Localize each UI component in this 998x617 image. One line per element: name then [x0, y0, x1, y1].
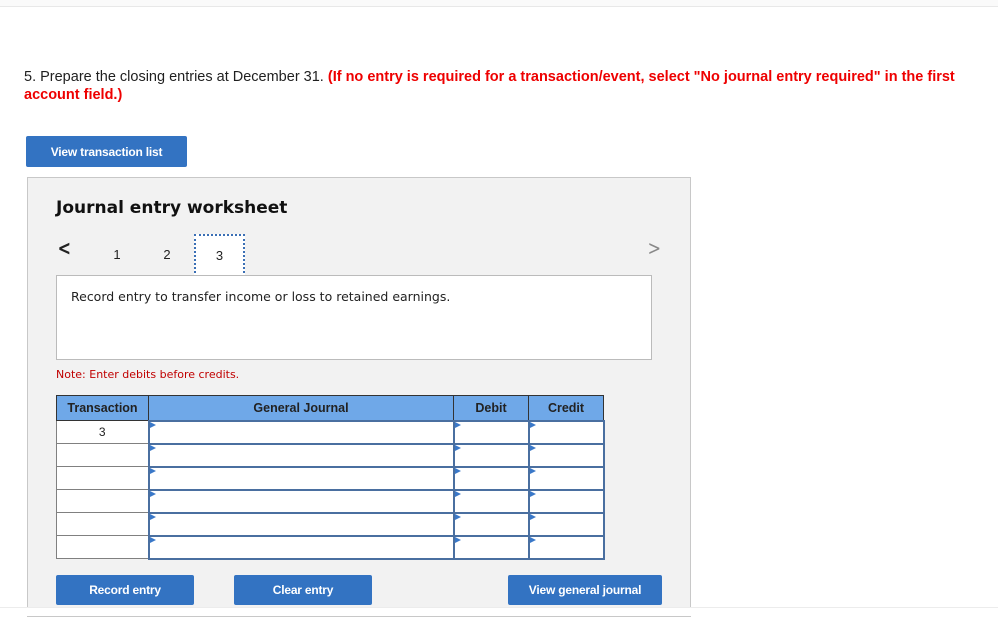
transaction-cell — [56, 443, 149, 467]
chevron-left-icon[interactable]: < — [58, 238, 71, 258]
credit-field[interactable] — [527, 419, 605, 445]
table-row — [56, 442, 605, 468]
debit-field[interactable] — [452, 419, 530, 445]
page-tab-2[interactable]: 2 — [145, 234, 189, 275]
account-field[interactable] — [147, 465, 455, 491]
transaction-cell — [56, 489, 149, 513]
record-entry-button[interactable]: Record entry — [56, 575, 194, 605]
journal-entry-worksheet: Journal entry worksheet < 1 2 3 > Record… — [27, 177, 691, 617]
journal-table: Transaction General Journal Debit Credit… — [56, 395, 605, 560]
question-prompt: 5. Prepare the closing entries at Decemb… — [24, 68, 964, 104]
chevron-right-icon[interactable]: > — [648, 238, 661, 258]
header-transaction: Transaction — [56, 395, 149, 421]
debit-field[interactable] — [452, 488, 530, 514]
debit-field[interactable] — [452, 511, 530, 537]
header-credit: Credit — [528, 395, 604, 421]
transaction-cell — [56, 535, 149, 559]
table-header-row: Transaction General Journal Debit Credit — [56, 395, 604, 421]
worksheet-title: Journal entry worksheet — [56, 198, 288, 218]
debit-field[interactable] — [452, 465, 530, 491]
account-field[interactable] — [147, 442, 455, 468]
page-tab-3-active[interactable]: 3 — [194, 234, 245, 277]
transaction-cell — [56, 466, 149, 490]
transaction-cell: 3 — [56, 420, 149, 444]
credit-field[interactable] — [527, 534, 605, 560]
transaction-cell — [56, 512, 149, 536]
credit-field[interactable] — [527, 511, 605, 537]
debits-credits-note: Note: Enter debits before credits. — [56, 368, 240, 381]
bottom-divider — [0, 607, 998, 616]
header-debit: Debit — [453, 395, 529, 421]
debit-field[interactable] — [452, 534, 530, 560]
header-general-journal: General Journal — [148, 395, 454, 421]
page-tab-1[interactable]: 1 — [95, 234, 139, 275]
question-text: 5. Prepare the closing entries at Decemb… — [24, 69, 324, 85]
account-field[interactable] — [147, 419, 455, 445]
table-row: 3 — [56, 419, 605, 445]
account-field[interactable] — [147, 511, 455, 537]
table-row — [56, 511, 605, 537]
account-field[interactable] — [147, 534, 455, 560]
entry-description: Record entry to transfer income or loss … — [56, 275, 652, 360]
top-bar — [0, 0, 998, 7]
debit-field[interactable] — [452, 442, 530, 468]
view-general-journal-button[interactable]: View general journal — [508, 575, 662, 605]
table-row — [56, 534, 605, 560]
table-row — [56, 488, 605, 514]
credit-field[interactable] — [527, 442, 605, 468]
table-row — [56, 465, 605, 491]
account-field[interactable] — [147, 488, 455, 514]
clear-entry-button[interactable]: Clear entry — [234, 575, 372, 605]
credit-field[interactable] — [527, 488, 605, 514]
view-transaction-list-button[interactable]: View transaction list — [26, 136, 187, 167]
credit-field[interactable] — [527, 465, 605, 491]
